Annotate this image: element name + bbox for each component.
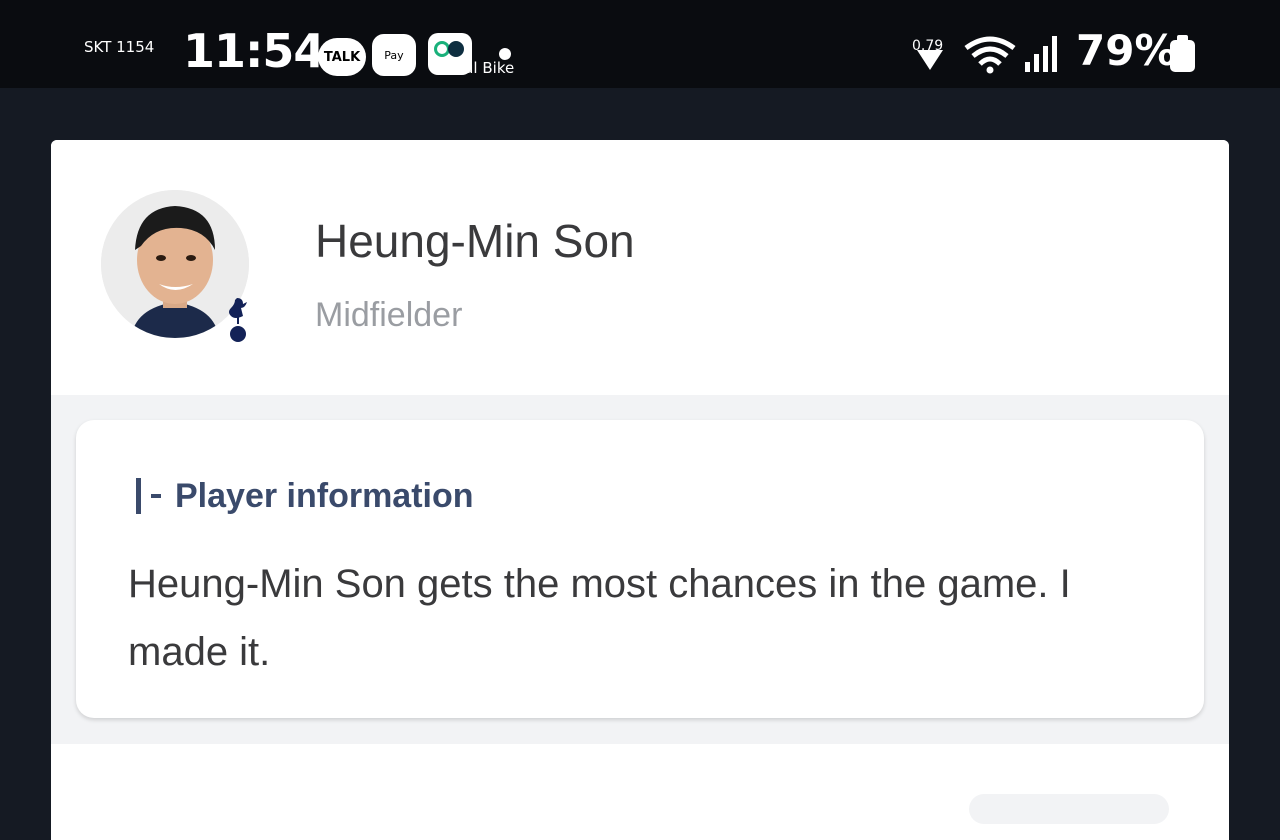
section-marker-icon: [136, 478, 141, 514]
stats-section: [51, 744, 1229, 840]
player-detail-panel: Heung-Min Son Midfielder Player informat…: [51, 140, 1229, 840]
status-bar: SKT 1154 11:54 TALK Pay Seoul Bike 0.79 …: [0, 0, 1280, 88]
player-info-title: Player information: [175, 476, 474, 515]
section-flag-icon: [151, 494, 161, 498]
notification-dot-icon: [499, 48, 511, 60]
player-position: Midfielder: [315, 296, 463, 334]
signal-icon: [1025, 36, 1057, 72]
player-info-header: Player information: [136, 476, 474, 515]
player-name: Heung-Min Son: [315, 215, 635, 267]
battery-percent: 79%: [1076, 26, 1177, 75]
clock: 11:54: [183, 24, 325, 78]
data-arrow-icon: [917, 50, 943, 70]
player-info-text: Heung-Min Son gets the most chances in t…: [128, 562, 1071, 674]
wifi-icon: [964, 36, 1016, 74]
player-profile-header: Heung-Min Son Midfielder: [51, 140, 1229, 395]
player-info-card: Player information Heung-Min Son gets th…: [76, 420, 1204, 718]
tottenham-cockerel-icon: [229, 298, 247, 342]
carrier-label: SKT 1154: [84, 38, 155, 56]
seoul-bike-label: Seoul Bike: [436, 59, 515, 77]
filter-pill-button[interactable]: [969, 794, 1169, 824]
pay-icon: Pay: [372, 34, 416, 76]
kakaotalk-icon: TALK: [318, 38, 366, 76]
battery-icon: [1170, 35, 1195, 72]
